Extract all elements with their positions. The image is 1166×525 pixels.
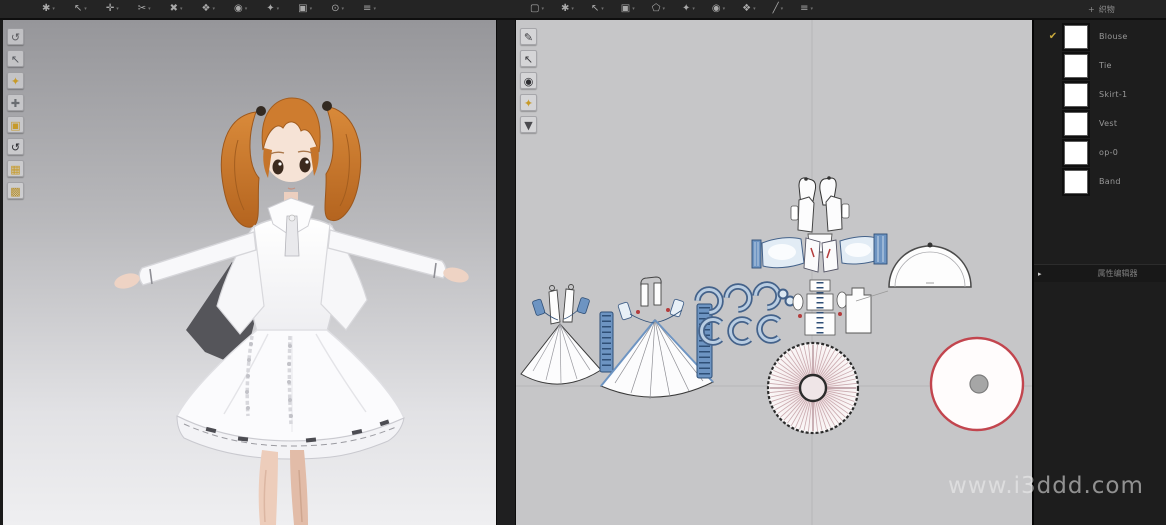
fold-tool-icon[interactable]: ❖▾: [202, 0, 215, 18]
edit-curve-icon[interactable]: ↖▾: [591, 0, 604, 18]
select-tool-icon[interactable]: ✱▾: [42, 0, 55, 18]
fabric-row-vest[interactable]: Vest: [1034, 109, 1166, 138]
2d-side-toolbar: ✎ ↖ ◉ ✦ ▼: [520, 28, 537, 133]
eye-left: [273, 160, 284, 175]
toolbar-3d-group: ✱▾ ↖▾ ✛▾ ✂▾ ✖▾ ❖▾ ◉▾ ✦▾ ▣▾ ⊙▾ ≡▾: [42, 0, 376, 18]
rect-tool-icon[interactable]: ✦▾: [682, 0, 695, 18]
measure-tool-icon[interactable]: ⊙▾: [331, 0, 344, 18]
arrow-tool-icon[interactable]: ↖: [520, 50, 537, 67]
erase-tool-icon[interactable]: ✖▾: [170, 0, 183, 18]
fabric-row-band[interactable]: Band: [1034, 167, 1166, 196]
pin-tool-icon[interactable]: ✛▾: [106, 0, 119, 18]
texture-tool-icon[interactable]: ▣▾: [298, 0, 312, 18]
fabric-label: Band: [1099, 177, 1121, 186]
circle-tool-icon[interactable]: ◉▾: [712, 0, 725, 18]
hair-tail-left: [221, 112, 259, 227]
fabric-swatch[interactable]: [1064, 112, 1088, 136]
pattern-piece-selected-circle[interactable]: [931, 338, 1023, 430]
pattern-pieces-waistband[interactable]: [793, 280, 847, 335]
fabric-swatch[interactable]: [1064, 83, 1088, 107]
edit-pattern-icon[interactable]: ✱▾: [561, 0, 574, 18]
fabric-label: Vest: [1099, 119, 1117, 128]
avatar-3d-model[interactable]: [3, 20, 496, 525]
pen-tool-icon[interactable]: ✎: [520, 28, 537, 45]
hair-tail-right: [325, 106, 361, 221]
polygon-tool-icon[interactable]: ⬠▾: [652, 0, 665, 18]
fabric-list: ✔ Blouse Tie Skirt-1 Vest op-0 Band: [1034, 22, 1166, 196]
show-pattern-icon[interactable]: ▦: [7, 160, 24, 177]
fabric-tab[interactable]: + 织物: [1088, 0, 1115, 18]
viewport-divider[interactable]: [496, 20, 516, 525]
seam-tool-icon[interactable]: ╱▾: [773, 0, 784, 18]
hair-tie-right: [322, 101, 332, 111]
pattern-piece-spoked-circle[interactable]: [768, 343, 858, 433]
3d-side-toolbar: ↺ ↖ ✦ ✚ ▣ ↺ ▦ ▩: [7, 28, 24, 199]
garment-design-app: ✱▾ ↖▾ ✛▾ ✂▾ ✖▾ ❖▾ ◉▾ ✦▾ ▣▾ ⊙▾ ≡▾ ▢▾ ✱▾ ↖▾ ▣▾ ⬠▾ ✦▾ ◉▾ ❖▾ ╱…: [0, 0, 1166, 525]
fabric-swatch[interactable]: [1064, 54, 1088, 78]
rotate-avatar-icon[interactable]: ↺: [7, 138, 24, 155]
show-texture-icon[interactable]: ▩: [7, 182, 24, 199]
pattern-canvas[interactable]: [516, 20, 1032, 525]
pattern-piece-belt-a[interactable]: [600, 312, 613, 372]
plus-icon[interactable]: +: [1088, 5, 1095, 14]
simulate-icon[interactable]: ↺: [7, 28, 24, 45]
cravat: [285, 216, 299, 256]
move-tool-icon[interactable]: ↖▾: [74, 0, 87, 18]
fabric-row-blouse[interactable]: ✔ Blouse: [1034, 22, 1166, 51]
fabric-label: Tie: [1099, 61, 1112, 70]
flatten-tool-icon[interactable]: ✦▾: [266, 0, 279, 18]
fabric-row-tie[interactable]: Tie: [1034, 51, 1166, 80]
pin-needle-icon[interactable]: ✚: [7, 94, 24, 111]
property-editor-header[interactable]: ▸ 属性编辑器: [1034, 264, 1166, 282]
select-move-icon[interactable]: ↖: [7, 50, 24, 67]
fabric-row-skirt-1[interactable]: Skirt-1: [1034, 80, 1166, 109]
leg-right: [290, 450, 308, 525]
fabric-swatch[interactable]: [1064, 25, 1088, 49]
fabric-tab-label: 织物: [1099, 4, 1115, 15]
fabric-label: op-0: [1099, 148, 1118, 157]
sewing-tool-icon[interactable]: ✂▾: [138, 0, 151, 18]
expand-arrow-icon[interactable]: ▸: [1038, 270, 1042, 278]
mouth: [288, 188, 295, 189]
object-browser-panel: ✔ Blouse Tie Skirt-1 Vest op-0 Band ▸ 属性编辑器: [1032, 20, 1166, 525]
3d-viewport[interactable]: ↺ ↖ ✦ ✚ ▣ ↺ ▦ ▩: [3, 20, 496, 525]
transform-pattern-icon[interactable]: ▢▾: [530, 0, 544, 18]
trace-tool-icon[interactable]: ◉: [520, 72, 537, 89]
hand-left: [113, 271, 142, 292]
hair-tie-left: [256, 106, 266, 116]
fabric-label: Skirt-1: [1099, 90, 1127, 99]
layer-tool-icon[interactable]: ≡▾: [363, 0, 376, 18]
property-editor-label: 属性编辑器: [1098, 268, 1138, 279]
highlight-tool-icon[interactable]: ✦: [520, 94, 537, 111]
drop-tool-icon[interactable]: ▼: [520, 116, 537, 133]
fabric-row-op-0[interactable]: op-0: [1034, 138, 1166, 167]
solidify-tool-icon[interactable]: ◉▾: [234, 0, 247, 18]
pattern-piece-small-panel[interactable]: [846, 288, 871, 333]
fabric-label: Blouse: [1099, 32, 1128, 41]
fabric-swatch[interactable]: [1064, 170, 1088, 194]
add-point-icon[interactable]: ▣▾: [621, 0, 635, 18]
select-mesh-icon[interactable]: ▣: [7, 116, 24, 133]
2d-pattern-viewport[interactable]: ✎ ↖ ◉ ✦ ▼: [516, 20, 1032, 525]
fabric-check-icon[interactable]: ✔: [1046, 31, 1060, 42]
dart-tool-icon[interactable]: ❖▾: [742, 0, 755, 18]
fabric-swatch[interactable]: [1064, 141, 1088, 165]
toolbar-2d-group: ▢▾ ✱▾ ↖▾ ▣▾ ⬠▾ ✦▾ ◉▾ ❖▾ ╱▾ ≡▾: [530, 0, 813, 18]
grade-tool-icon[interactable]: ≡▾: [800, 0, 813, 18]
leg-left: [259, 450, 278, 525]
pin-box-icon[interactable]: ✦: [7, 72, 24, 89]
eye-right: [300, 158, 311, 173]
pattern-piece-dress-a[interactable]: [521, 285, 601, 385]
top-toolbar: ✱▾ ↖▾ ✛▾ ✂▾ ✖▾ ❖▾ ◉▾ ✦▾ ▣▾ ⊙▾ ≡▾ ▢▾ ✱▾ ↖▾ ▣▾ ⬠▾ ✦▾ ◉▾ ❖▾ ╱…: [0, 0, 1166, 20]
